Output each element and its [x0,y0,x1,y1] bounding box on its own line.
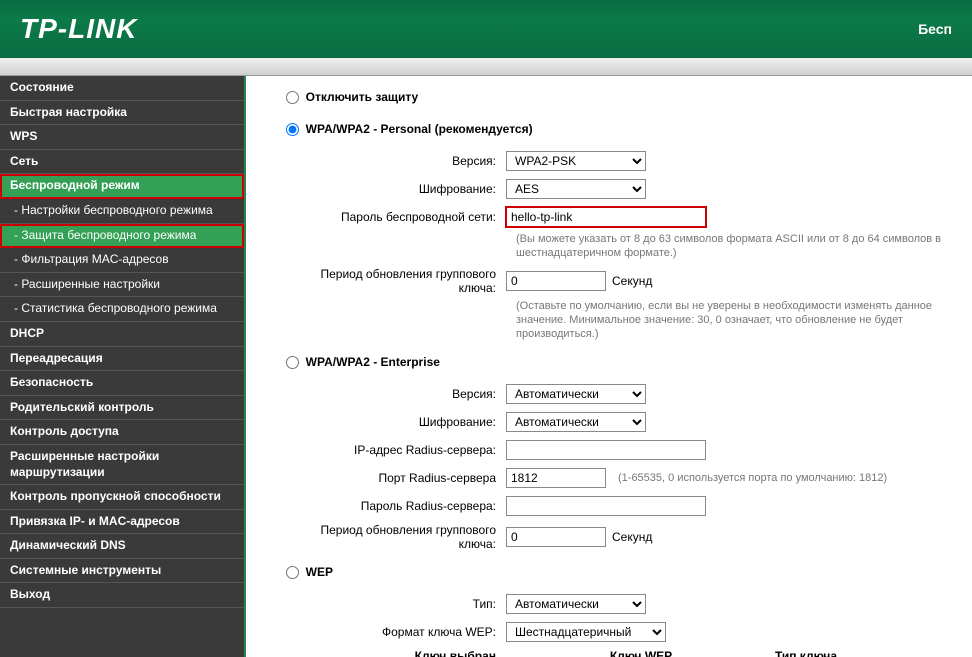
wpa-password-hint: (Вы можете указать от 8 до 63 символов ф… [306,232,952,261]
ent-version-label: Версия: [306,387,506,401]
ent-radius-port-label: Порт Radius-сервера [306,471,506,485]
wpa-password-input[interactable] [506,207,706,227]
ent-version-select[interactable]: Автоматически [506,384,646,404]
wep-type-label: Тип: [306,597,506,611]
logo: TP-LINK [20,13,137,45]
ent-radius-ip-label: IP-адрес Radius-сервера: [306,443,506,457]
wpa-enterprise-row: WPA/WPA2 - Enterprise [266,351,952,373]
security-disable-row: Отключить защиту [266,86,952,108]
wpa-groupkey-input[interactable] [506,271,606,291]
sidebar-item-parental[interactable]: Родительский контроль [0,396,244,421]
wep-radio[interactable] [286,566,299,579]
wep-table-header: Ключ выбран Ключ WEP Тип ключа [396,649,952,657]
ent-radius-ip-input[interactable] [506,440,706,460]
sidebar-item-wireless-settings[interactable]: - Настройки беспроводного режима [0,199,244,224]
ent-radius-port-hint: (1-65535, 0 используется порта по умолча… [618,472,887,484]
sidebar-item-ddns[interactable]: Динамический DNS [0,534,244,559]
header: TP-LINK Бесп [0,0,972,58]
wpa-password-label: Пароль беспроводной сети: [306,210,506,224]
wpa-encryption-label: Шифрование: [306,182,506,196]
sidebar-item-wireless-stats[interactable]: - Статистика беспроводного режима [0,297,244,322]
sidebar-item-mac-filter[interactable]: - Фильтрация MAC-адресов [0,248,244,273]
wpa-groupkey-hint: (Оставьте по умолчанию, если вы не увере… [306,299,952,342]
sidebar-item-security[interactable]: Безопасность [0,371,244,396]
sidebar-item-quick-setup[interactable]: Быстрая настройка [0,101,244,126]
ent-groupkey-label: Период обновления группового ключа: [306,523,506,551]
wpa-encryption-select[interactable]: AES [506,179,646,199]
content: Отключить защиту WPA/WPA2 - Personal (ре… [244,76,972,657]
wpa-enterprise-title: WPA/WPA2 - Enterprise [306,355,440,369]
wpa-version-label: Версия: [306,154,506,168]
wpa-groupkey-unit: Секунд [612,274,652,288]
sidebar-item-advanced-wireless[interactable]: - Расширенные настройки [0,273,244,298]
sidebar-item-bandwidth[interactable]: Контроль пропускной способности [0,485,244,510]
sidebar-item-wireless-security[interactable]: - Защита беспроводного режима [0,224,244,249]
wep-type-select[interactable]: Автоматически [506,594,646,614]
sidebar-item-logout[interactable]: Выход [0,583,244,608]
ent-radius-port-input[interactable] [506,468,606,488]
wep-header-type: Тип ключа [746,649,866,657]
wep-row: WEP [266,561,952,583]
sidebar-item-forwarding[interactable]: Переадресация [0,347,244,372]
header-bar [0,58,972,76]
wpa-version-select[interactable]: WPA2-PSK [506,151,646,171]
sidebar-item-network[interactable]: Сеть [0,150,244,175]
wep-header-selected: Ключ выбран [396,649,506,657]
wep-format-select[interactable]: Шестнадцатеричный [506,622,666,642]
sidebar-item-system-tools[interactable]: Системные инструменты [0,559,244,584]
wpa-groupkey-label: Период обновления группового ключа: [306,267,506,295]
header-right-text: Бесп [918,21,952,37]
wpa-enterprise-radio[interactable] [286,356,299,369]
sidebar-item-wireless[interactable]: Беспроводной режим [0,174,244,199]
sidebar: Состояние Быстрая настройка WPS Сеть Бес… [0,76,244,657]
ent-encryption-select[interactable]: Автоматически [506,412,646,432]
sidebar-item-dhcp[interactable]: DHCP [0,322,244,347]
wep-header-key: Ключ WEP [536,649,746,657]
security-disable-label: Отключить защиту [306,90,419,104]
wpa-personal-title: WPA/WPA2 - Personal (рекомендуется) [306,122,533,136]
ent-encryption-label: Шифрование: [306,415,506,429]
wep-title: WEP [306,565,333,579]
ent-groupkey-unit: Секунд [612,530,652,544]
sidebar-item-routing[interactable]: Расширенные настройки маршрутизации [0,445,244,485]
wpa-personal-row: WPA/WPA2 - Personal (рекомендуется) [266,118,952,140]
sidebar-item-status[interactable]: Состояние [0,76,244,101]
sidebar-item-wps[interactable]: WPS [0,125,244,150]
wpa-personal-radio[interactable] [286,123,299,136]
ent-groupkey-input[interactable] [506,527,606,547]
wep-format-label: Формат ключа WEP: [306,625,506,639]
ent-radius-pwd-label: Пароль Radius-сервера: [306,499,506,513]
ent-radius-pwd-input[interactable] [506,496,706,516]
security-disable-radio[interactable] [286,91,299,104]
sidebar-item-ip-mac-binding[interactable]: Привязка IP- и MAC-адресов [0,510,244,535]
sidebar-item-access-control[interactable]: Контроль доступа [0,420,244,445]
